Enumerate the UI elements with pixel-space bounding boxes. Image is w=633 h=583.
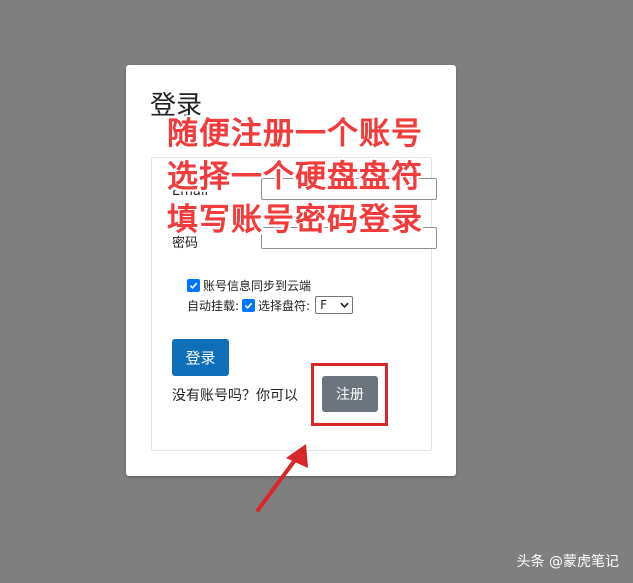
drive-letter-select[interactable]: F xyxy=(315,296,354,314)
checkmark-icon xyxy=(244,302,253,309)
annotation-arrow-icon xyxy=(256,444,308,512)
checkmark-icon xyxy=(189,282,198,290)
sync-option-row: 账号信息同步到云端 xyxy=(187,277,311,294)
automount-row: 自动挂载: 选择盘符: F xyxy=(187,296,354,314)
automount-label: 自动挂载: xyxy=(187,298,240,313)
chevron-down-icon xyxy=(340,302,349,308)
screen: 登录 Email 密码 账号信息同步到云端 自动挂载: 选择盘符: F 登录 没… xyxy=(0,0,633,583)
login-button[interactable]: 登录 xyxy=(172,339,229,376)
annotation-line-3: 填写账号密码登录 xyxy=(167,202,423,238)
sync-checkbox-label: 账号信息同步到云端 xyxy=(203,279,312,293)
select-drive-checkbox[interactable] xyxy=(242,298,256,312)
sync-checkbox[interactable] xyxy=(187,279,200,292)
no-account-text: 没有账号吗？你可以 xyxy=(172,388,298,404)
watermark: 头条 @蒙虎笔记 xyxy=(516,554,619,570)
annotation-line-1: 随便注册一个账号 xyxy=(167,116,423,152)
select-drive-label: 选择盘符: xyxy=(258,298,311,313)
register-highlight-box xyxy=(311,363,388,426)
drive-letter-value: F xyxy=(320,298,327,312)
annotation-line-2: 选择一个硬盘盘符 xyxy=(167,159,423,195)
